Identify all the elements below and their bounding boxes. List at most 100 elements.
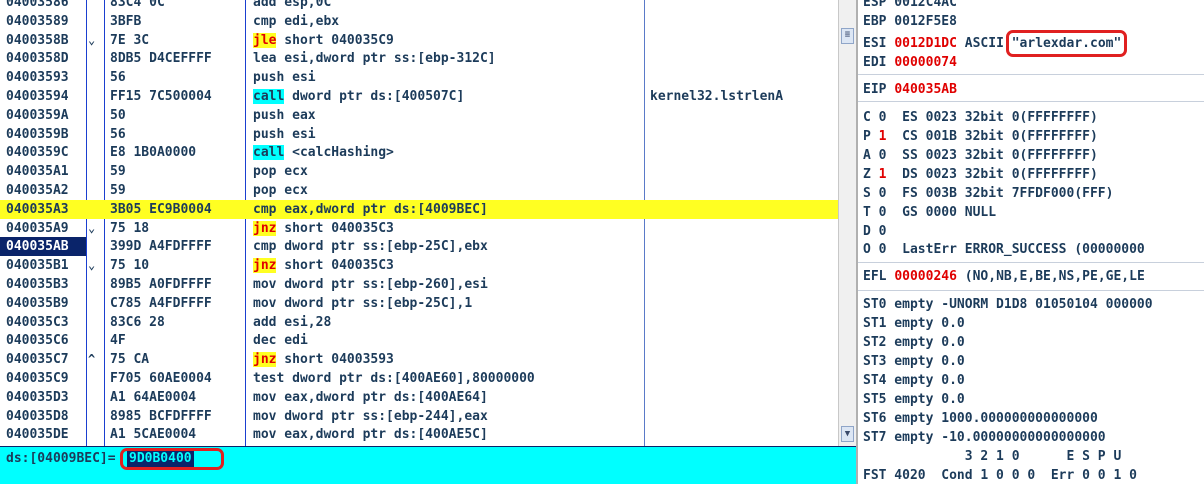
register-group-divider bbox=[858, 74, 1204, 75]
mnemonic: call bbox=[253, 89, 285, 104]
register-line[interactable]: EIP 040035AB bbox=[863, 80, 957, 99]
register-text: ESI bbox=[863, 36, 895, 51]
register-text: P bbox=[863, 129, 879, 144]
disasm-row[interactable]: 04003594 FF15 7C500004 call dword ptr ds:[… bbox=[0, 87, 838, 106]
disasm-row[interactable]: 040035C6 4F dec edi bbox=[0, 331, 838, 350]
hex-dump-cell: 59 bbox=[110, 164, 126, 180]
highlight-box bbox=[120, 448, 224, 470]
disasm-row[interactable]: 040035D8 8985 BCFDFFFF mov dword ptr ss:[e… bbox=[0, 407, 838, 426]
disasm-row[interactable]: 04003586 83C4 0C add esp,0C bbox=[0, 0, 838, 12]
instruction-cell: mov eax,dword ptr ds:[400AE5C] bbox=[253, 425, 488, 444]
disasm-row[interactable]: 0400358B ⌄ 7E 3C jle short 040035C9 bbox=[0, 31, 838, 50]
comment-cell: kernel32.lstrlenA bbox=[650, 89, 784, 104]
register-line[interactable]: P 1 CS 001B 32bit 0(FFFFFFFF) bbox=[863, 127, 1098, 146]
instruction-cell: push esi bbox=[253, 68, 316, 87]
hex-dump-cell: 4F bbox=[110, 333, 126, 349]
disasm-row[interactable]: 040035B3 89B5 A0FDFFFF mov dword ptr ss:[e… bbox=[0, 275, 838, 294]
address-cell: 0400359B bbox=[6, 126, 69, 142]
disasm-row[interactable]: 0400358D 8DB5 D4CEFFFF lea esi,dword ptr s… bbox=[0, 49, 838, 68]
hex-dump-cell: 83C4 0C bbox=[110, 0, 165, 10]
register-line[interactable]: ST3 empty 0.0 bbox=[863, 352, 965, 371]
disasm-row[interactable]: 040035A3 3B05 EC9B0004 cmp eax,dword ptr d… bbox=[0, 199, 838, 219]
register-line[interactable]: ST1 empty 0.0 bbox=[863, 314, 965, 333]
register-line[interactable]: O 0 LastErr ERROR_SUCCESS (00000000 bbox=[863, 240, 1145, 259]
register-value: 00000246 bbox=[894, 269, 957, 284]
register-line[interactable]: EBP 0012F5E8 bbox=[863, 12, 957, 31]
scroll-down-button[interactable]: ▼ bbox=[841, 426, 854, 442]
disasm-row[interactable]: 0400359C E8 1B0A0000 call <calcHashing> bbox=[0, 143, 838, 162]
disasm-row[interactable]: 040035D3 A1 64AE0004 mov eax,dword ptr ds:… bbox=[0, 388, 838, 407]
disasm-row[interactable]: 040035A9 ⌄ 75 18 jnz short 040035C3 bbox=[0, 219, 838, 238]
register-text: EIP bbox=[863, 82, 895, 97]
hex-dump-cell: 3B05 EC9B0004 bbox=[110, 201, 212, 217]
address-cell: 04003589 bbox=[6, 13, 69, 29]
operand-text: test dword ptr ds:[400AE60],80000000 bbox=[253, 371, 535, 386]
disasm-row[interactable]: 0400359A 50 push eax bbox=[0, 106, 838, 125]
register-line[interactable]: 3 2 1 0 E S P U bbox=[863, 447, 1122, 466]
disasm-row[interactable]: 040035C3 83C6 28 add esi,28 bbox=[0, 313, 838, 332]
instruction-cell: cmp edi,ebx bbox=[253, 12, 339, 31]
register-text: ST6 empty 1000.000000000000000 bbox=[863, 411, 1098, 426]
operand-text: pop ecx bbox=[253, 183, 308, 198]
register-line[interactable]: S 0 FS 003B 32bit 7FFDF000(FFF) bbox=[863, 184, 1113, 203]
hex-dump-cell: 89B5 A0FDFFFF bbox=[110, 277, 212, 292]
disassembly-scrollbar[interactable]: ≡ ▼ bbox=[838, 0, 857, 446]
register-line[interactable]: ESI 0012D1DC ASCII "arlexdar.com" bbox=[863, 30, 1128, 57]
hex-dump-cell: 3BFB bbox=[110, 13, 142, 29]
address-cell: 040035A2 bbox=[6, 183, 69, 198]
disasm-row[interactable]: 040035A2 59 pop ecx bbox=[0, 181, 838, 200]
hex-dump-cell: 75 18 bbox=[110, 220, 150, 236]
disasm-row[interactable]: 0400359B 56 push esi bbox=[0, 125, 838, 144]
register-line[interactable]: ST2 empty 0.0 bbox=[863, 333, 965, 352]
register-line[interactable]: ST4 empty 0.0 bbox=[863, 371, 965, 390]
disasm-row[interactable]: 040035A1 59 pop ecx bbox=[0, 162, 838, 181]
address-cell: 040035A9 bbox=[6, 220, 69, 236]
register-text: ASCII bbox=[956, 36, 1012, 51]
register-line[interactable]: T 0 GS 0000 NULL bbox=[863, 203, 996, 222]
register-line[interactable]: D 0 bbox=[863, 222, 886, 241]
register-line[interactable]: ESP 0012C4AC bbox=[863, 0, 957, 12]
info-pane: ds:[04009BEC]= 9D0B0400 bbox=[0, 446, 856, 484]
disasm-row[interactable]: 040035B1 ⌄ 75 10 jnz short 040035C3 bbox=[0, 256, 838, 275]
hex-dump-cell: 56 bbox=[110, 70, 126, 86]
register-line[interactable]: ST0 empty -UNORM D1D8 01050104 000000 bbox=[863, 295, 1153, 314]
operand-text: mov dword ptr ss:[ebp-260],esi bbox=[253, 277, 488, 292]
operand-text: add esp,0C bbox=[253, 0, 332, 10]
register-text: EFL bbox=[863, 269, 895, 284]
operand-text: short 040035C3 bbox=[276, 220, 394, 236]
scrollbar-thumb[interactable]: ≡ bbox=[841, 28, 854, 44]
register-line[interactable]: ST6 empty 1000.000000000000000 bbox=[863, 409, 1098, 428]
disasm-row[interactable]: 040035C7 ^ 75 CA jnz short 04003593 bbox=[0, 350, 838, 369]
register-line[interactable]: FST 4020 Cond 1 0 0 0 Err 0 0 1 0 bbox=[863, 466, 1137, 484]
register-text: FST 4020 Cond 1 0 0 0 Err 0 0 1 0 bbox=[863, 468, 1137, 483]
register-line[interactable]: ST7 empty -10.00000000000000000 bbox=[863, 428, 1106, 447]
registers-pane[interactable]: ESP 0012C4AC EBP 0012F5E8 ESI 0012D1DC ASC… bbox=[858, 0, 1204, 484]
register-line[interactable]: EDI 00000074 bbox=[863, 53, 957, 72]
register-line[interactable]: C 0 ES 0023 32bit 0(FFFFFFFF) bbox=[863, 108, 1098, 127]
instruction-cell: add esi,28 bbox=[253, 313, 331, 332]
operand-text: cmp eax,dword ptr ds:[4009BEC] bbox=[253, 201, 488, 217]
instruction-cell: mov dword ptr ss:[ebp-260],esi bbox=[253, 275, 488, 294]
address-cell: 040035B3 bbox=[6, 277, 69, 292]
register-line[interactable]: EFL 00000246 (NO,NB,E,BE,NS,PE,GE,LE bbox=[863, 267, 1145, 286]
mnemonic: call bbox=[253, 145, 285, 161]
disasm-row[interactable]: 04003589 3BFB cmp edi,ebx bbox=[0, 12, 838, 31]
instruction-cell: jnz short 040035C3 bbox=[253, 219, 394, 238]
address-cell: 040035D8 bbox=[6, 408, 69, 424]
register-line[interactable]: A 0 SS 0023 32bit 0(FFFFFFFF) bbox=[863, 146, 1098, 165]
register-group-divider bbox=[858, 262, 1204, 263]
mnemonic: jle bbox=[253, 32, 277, 48]
address-cell: 0400359C bbox=[6, 145, 69, 161]
disasm-row[interactable]: 040035AB 399D A4FDFFFF cmp dword ptr ss:[e… bbox=[0, 237, 838, 257]
register-line[interactable]: Z 1 DS 0023 32bit 0(FFFFFFFF) bbox=[863, 165, 1098, 184]
disassembly-pane[interactable]: 04003586 83C4 0C add esp,0C 04003589 3BFB cmp… bbox=[0, 0, 838, 446]
disasm-row[interactable]: 040035C9 F705 60AE0004 test dword ptr ds:[… bbox=[0, 369, 838, 388]
register-line[interactable]: ST5 empty 0.0 bbox=[863, 390, 965, 409]
disasm-row[interactable]: 04003593 56 push esi bbox=[0, 68, 838, 87]
disasm-row[interactable]: 040035DE A1 5CAE0004 mov eax,dword ptr ds:… bbox=[0, 425, 838, 444]
register-group-divider bbox=[858, 290, 1204, 291]
register-value: 0012D1DC bbox=[894, 36, 957, 51]
address-cell: 040035C6 bbox=[6, 333, 69, 349]
disasm-row[interactable]: 040035B9 C785 A4FDFFFF mov dword ptr ss:[e… bbox=[0, 294, 838, 313]
register-text: ESP 0012C4AC bbox=[863, 0, 957, 10]
